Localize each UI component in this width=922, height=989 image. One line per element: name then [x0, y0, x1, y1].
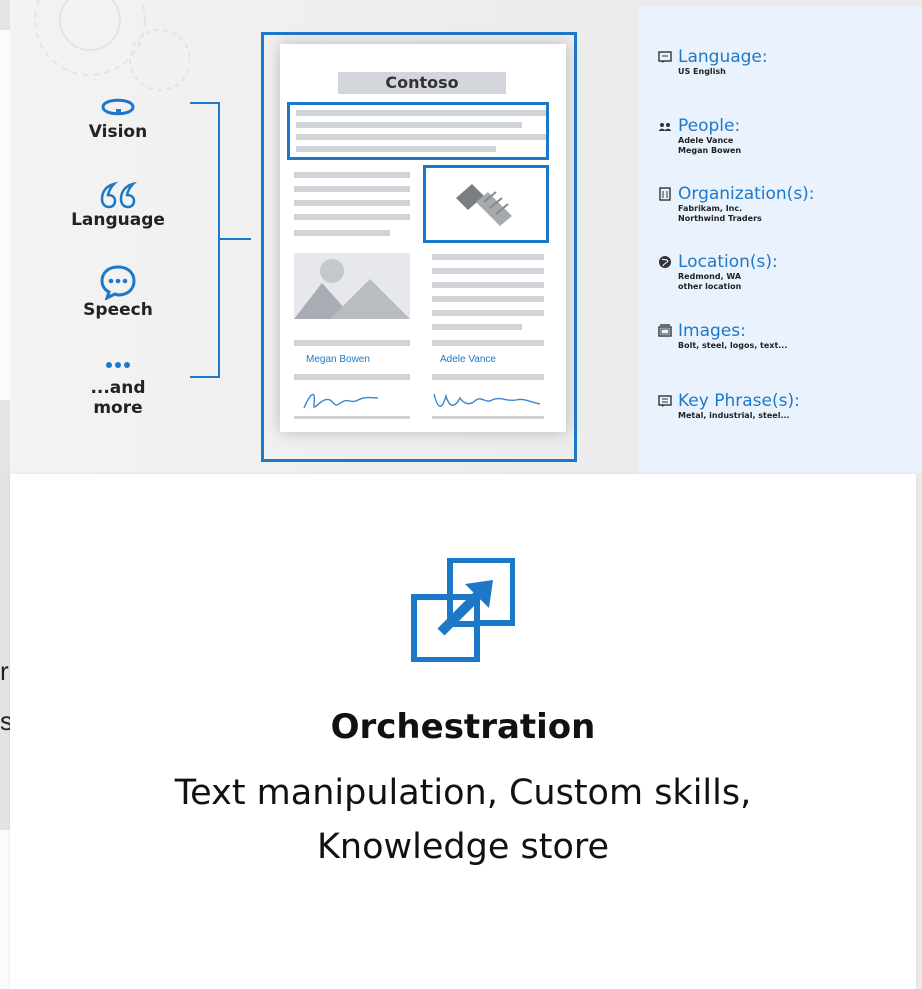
cognitive-skills-diagram: Vision Language Speech ...and more Conto… — [10, 0, 922, 474]
entity-key-phrases: Key Phrase(s): Metal, industrial, steel.… — [658, 391, 800, 421]
background-page-edge — [0, 0, 10, 989]
feature-language: Language — [63, 180, 173, 230]
signature-line — [432, 416, 544, 419]
text-line — [296, 134, 546, 140]
feature-vision: Vision — [63, 92, 173, 142]
entity-locations: Location(s): Redmond, WA other location — [658, 252, 778, 292]
entity-value: Megan Bowen — [678, 146, 742, 155]
text-line — [294, 214, 410, 220]
text-line — [294, 340, 410, 346]
text-line — [432, 268, 544, 274]
entity-value: Redmond, WA — [678, 272, 742, 281]
text-line — [294, 230, 390, 236]
entity-value: Fabrikam, Inc. — [678, 204, 743, 213]
document-page: Contoso Megan Bowen Adele Vance — [280, 44, 566, 432]
text-line — [432, 296, 544, 302]
signature-icon — [303, 393, 379, 409]
entity-images: Images: Bolt, steel, logos, text... — [658, 321, 787, 351]
entity-value: US English — [678, 67, 726, 76]
landscape-image-icon — [294, 253, 410, 319]
orchestration-card[interactable]: Orchestration Text manipulation, Custom … — [10, 474, 916, 989]
bolt-image-icon — [456, 184, 512, 226]
eye-icon — [101, 98, 135, 116]
signer-name: Adele Vance — [440, 354, 496, 365]
feature-bracket — [190, 102, 220, 378]
entity-value: Bolt, steel, logos, text... — [678, 341, 788, 350]
feature-label: Speech — [83, 300, 153, 320]
text-line — [294, 186, 410, 192]
text-line — [432, 340, 544, 346]
text-line — [432, 324, 522, 330]
ellipsis-icon — [106, 362, 130, 368]
entity-value: other location — [678, 282, 742, 291]
key-phrase-icon — [658, 395, 672, 407]
entity-language: Language: US English — [658, 47, 768, 77]
entity-value: Adele Vance — [678, 136, 734, 145]
entity-name: Organization(s): — [678, 184, 815, 204]
background-band — [0, 830, 10, 989]
text-line — [294, 172, 410, 178]
signature-icon — [433, 393, 541, 407]
quote-icon — [100, 181, 138, 209]
building-icon — [659, 187, 671, 201]
document-title: Contoso — [338, 72, 506, 94]
highlighted-image-block — [423, 165, 549, 243]
entity-name: Images: — [678, 321, 746, 341]
entity-name: Location(s): — [678, 252, 778, 272]
signer-name: Megan Bowen — [306, 354, 370, 365]
entity-name: People: — [678, 116, 741, 136]
text-line — [432, 374, 544, 380]
card-subtitle-line: Text manipulation, Custom skills, — [174, 773, 752, 813]
card-subtitle-line: Knowledge store — [316, 827, 610, 867]
text-line — [296, 146, 496, 152]
text-line — [294, 374, 410, 380]
background-text-fragment: r — [0, 656, 9, 686]
people-icon — [659, 123, 671, 131]
feature-label: Language — [71, 210, 165, 230]
signature-line — [294, 416, 410, 419]
extracted-entities-panel: Language: US English People: Adele Vance… — [638, 6, 922, 474]
text-line — [432, 310, 544, 316]
feature-label: Vision — [88, 122, 148, 142]
text-line — [294, 200, 410, 206]
feature-more: ...and more — [63, 358, 173, 418]
entity-people: People: Adele Vance Megan Bowen — [658, 116, 741, 156]
text-line — [296, 122, 522, 128]
globe-icon — [659, 256, 671, 268]
background-band — [0, 30, 10, 400]
entity-name: Language: — [678, 47, 768, 67]
text-line — [432, 282, 544, 288]
entity-value: Metal, industrial, steel... — [678, 411, 790, 420]
bracket-connector — [220, 238, 251, 240]
speech-bubble-icon — [100, 265, 136, 300]
entity-organizations: Organization(s): Fabrikam, Inc. Northwin… — [658, 184, 815, 224]
feature-speech: Speech — [63, 264, 173, 320]
chat-bubble-icon — [658, 51, 672, 63]
entity-name: Key Phrase(s): — [678, 391, 800, 411]
feature-label: ...and more — [90, 378, 146, 418]
card-subtitle: Text manipulation, Custom skills, Knowle… — [10, 766, 916, 874]
text-line — [432, 254, 544, 260]
orchestration-icon — [411, 558, 515, 662]
text-line — [296, 110, 546, 116]
card-title: Orchestration — [330, 707, 596, 747]
entity-value: Northwind Traders — [678, 214, 762, 223]
images-icon — [658, 324, 672, 337]
